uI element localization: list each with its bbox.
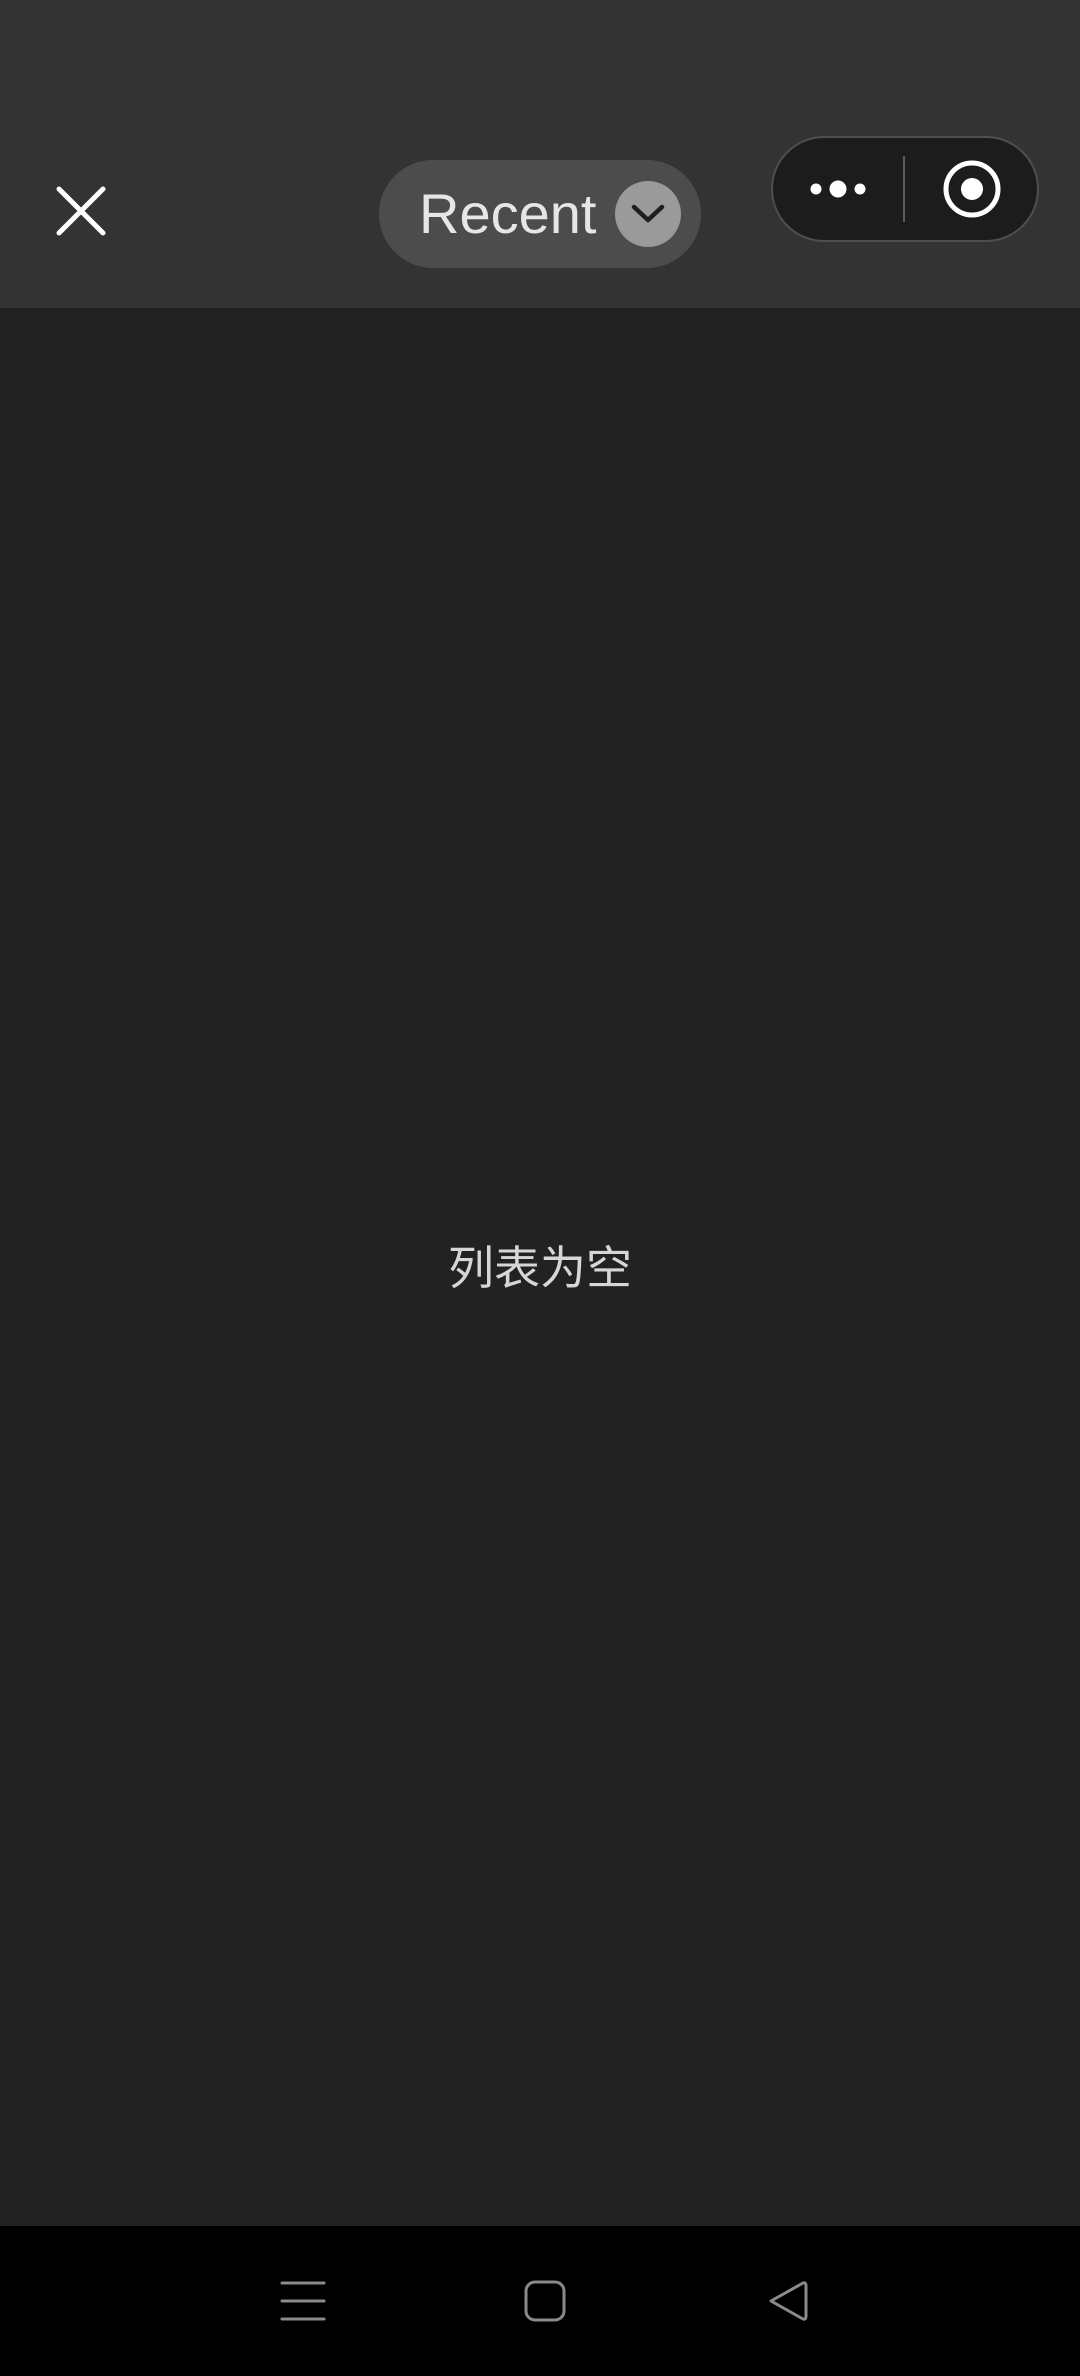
nav-home-button[interactable] xyxy=(490,2246,600,2356)
more-button[interactable] xyxy=(773,138,903,240)
screen: Recent 列表为空 xyxy=(0,0,1080,2376)
back-triangle-icon xyxy=(769,2281,808,2321)
album-picker-button[interactable]: Recent xyxy=(379,160,701,268)
close-button[interactable] xyxy=(40,170,122,252)
home-square-icon xyxy=(524,2280,566,2322)
nav-back-button[interactable] xyxy=(732,2246,842,2356)
empty-list-message: 列表为空 xyxy=(448,1241,632,1295)
more-dots-icon xyxy=(810,180,866,198)
exit-mini-program-button[interactable] xyxy=(905,138,1039,240)
nav-menu-button[interactable] xyxy=(248,2246,358,2356)
record-target-icon xyxy=(943,160,1001,218)
menu-lines-icon xyxy=(280,2281,326,2321)
header-bar: Recent xyxy=(0,0,1080,308)
album-picker-label: Recent xyxy=(419,182,597,245)
close-icon xyxy=(56,186,106,236)
chevron-down-icon xyxy=(615,181,681,247)
system-navigation-bar xyxy=(0,2226,1080,2376)
mini-program-capsule xyxy=(771,136,1039,242)
